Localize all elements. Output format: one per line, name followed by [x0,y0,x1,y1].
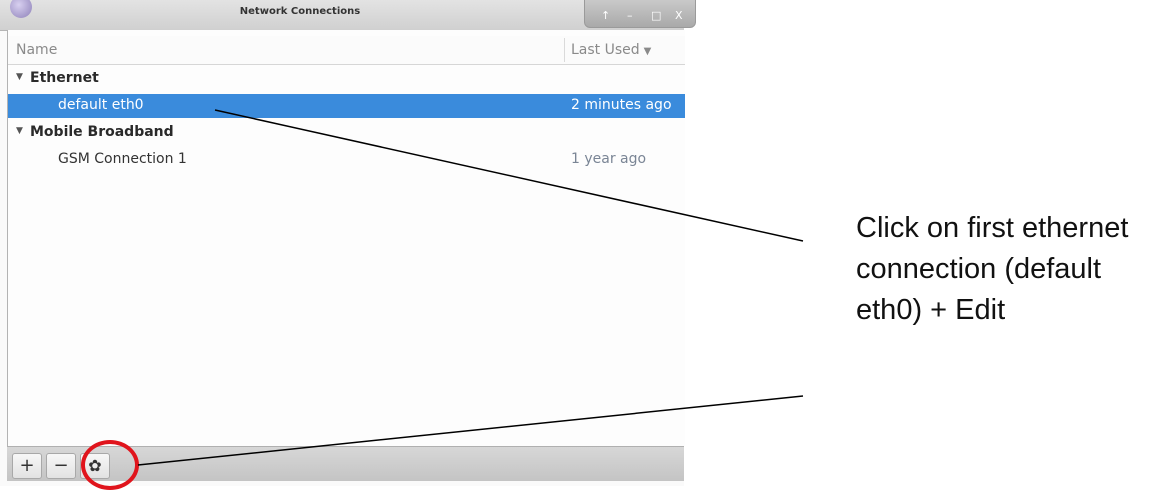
annotation-line-3: eth0) + Edit [856,294,1006,326]
annotation-line-1: Click on first ethernet [856,212,1129,244]
annotation-line-2: connection (default [856,253,1102,285]
callout-line-gear [137,395,804,466]
callout-line-connection [214,109,804,242]
annotation-text: Click on first ethernet connection (defa… [856,208,1176,331]
